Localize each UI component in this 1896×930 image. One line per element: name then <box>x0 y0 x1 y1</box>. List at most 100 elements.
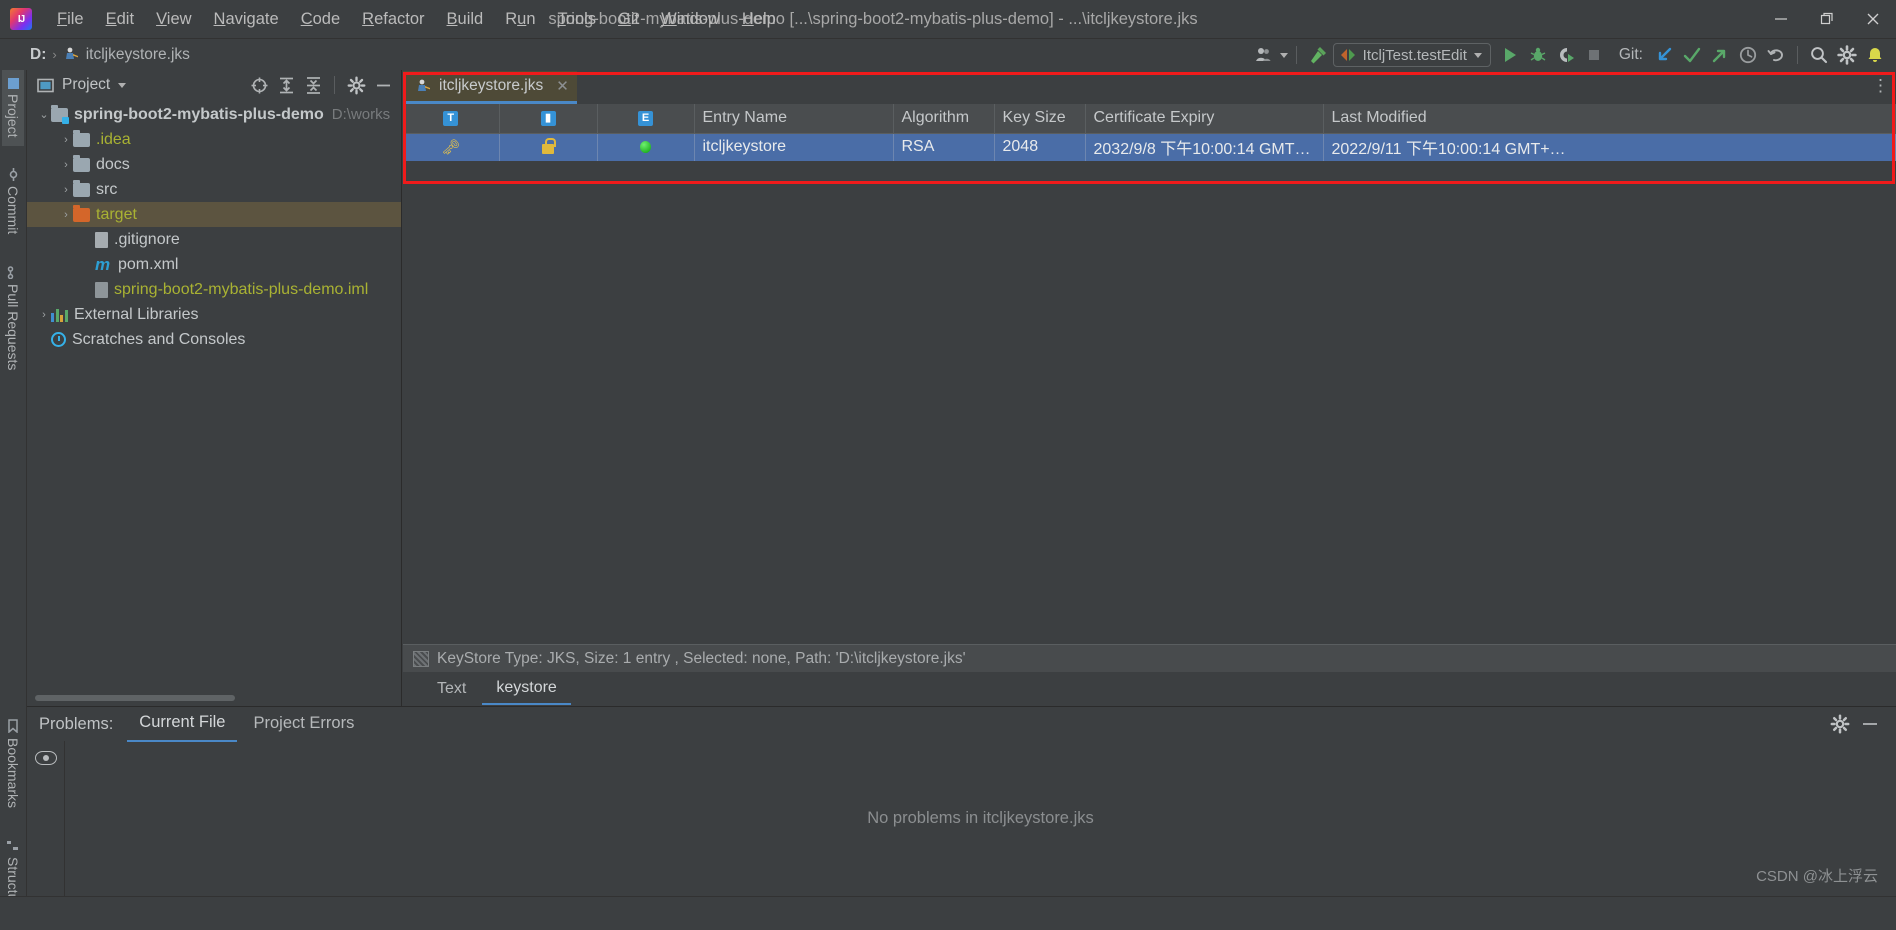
collapse-all-icon[interactable] <box>301 73 325 97</box>
hide-panel-icon[interactable] <box>371 73 395 97</box>
sidebar-item-pull-requests[interactable]: Pull Requests <box>2 258 24 378</box>
cell-entry-name[interactable]: itcljkeystore <box>694 133 894 161</box>
sidebar-item-commit[interactable]: Commit <box>2 160 24 242</box>
project-panel-caret-icon[interactable] <box>118 82 127 88</box>
problems-empty-message: No problems in itcljkeystore.jks <box>867 809 1094 827</box>
cell-lock-icon[interactable] <box>499 133 598 161</box>
run-configuration-selector[interactable]: ItcljTest.testEdit <box>1332 43 1491 67</box>
lock-icon: ▮ <box>540 110 556 126</box>
menu-item-file[interactable]: File <box>46 6 95 33</box>
expand-arrow-icon[interactable]: › <box>59 159 73 171</box>
close-icon[interactable]: ✕ <box>556 77 569 95</box>
column-header-last-modified[interactable]: Last Modified <box>1323 104 1896 134</box>
cell-algorithm[interactable]: RSA <box>893 133 995 161</box>
run-config-caret-icon[interactable] <box>1473 52 1482 58</box>
column-header-type-icon[interactable]: T <box>403 104 500 134</box>
logo-text: IJ <box>17 13 25 25</box>
expand-arrow-icon[interactable]: › <box>59 209 73 221</box>
git-push-icon[interactable] <box>1707 42 1733 68</box>
menu-item-help[interactable]: Help <box>731 6 787 33</box>
git-rollback-icon[interactable] <box>1763 42 1789 68</box>
sidebar-item-project[interactable]: Project <box>2 70 24 146</box>
tree-node-scratches-and-consoles[interactable]: Scratches and Consoles <box>27 327 401 352</box>
expiry-icon: E <box>638 110 653 126</box>
tab-project-errors[interactable]: Project Errors <box>241 707 366 741</box>
expand-arrow-icon[interactable]: › <box>59 134 73 146</box>
run-config-icon <box>1340 48 1356 62</box>
tree-node-pom-xml[interactable]: m pom.xml <box>27 252 401 277</box>
menu-item-edit[interactable]: Edit <box>95 6 145 33</box>
user-account-icon[interactable] <box>1252 42 1278 68</box>
editor-tab-itcljkeystore[interactable]: itcljkeystore.jks ✕ <box>403 71 577 104</box>
close-button[interactable] <box>1850 0 1896 38</box>
git-update-icon[interactable] <box>1651 42 1677 68</box>
select-opened-file-icon[interactable] <box>247 73 271 97</box>
menu-item-refactor[interactable]: Refactor <box>351 6 435 33</box>
cell-certificate-expiry[interactable]: 2032/9/8 下午10:00:14 GMT+0… <box>1085 133 1324 161</box>
menu-item-git[interactable]: Git <box>607 6 650 33</box>
sidebar-item-bookmarks[interactable]: Bookmarks <box>2 711 24 816</box>
tree-node-src[interactable]: › src <box>27 177 401 202</box>
cell-type-icon[interactable]: 🗝 <box>403 133 500 161</box>
search-icon[interactable] <box>1806 42 1832 68</box>
menu-item-window[interactable]: Window <box>650 6 731 33</box>
editor-tabs-menu-icon[interactable]: ⋮ <box>1872 76 1890 96</box>
tree-node-spring-boot2-mybatis-plus-demo[interactable]: ⌄ spring-boot2-mybatis-plus-demo D:\works <box>27 102 401 127</box>
expand-arrow-icon[interactable]: ⌄ <box>37 108 51 121</box>
notifications-icon[interactable] <box>1862 42 1888 68</box>
menu-item-tools[interactable]: Tools <box>547 6 608 33</box>
keystore-table[interactable]: T ▮ E Entry Name Algorithm Key Size Certificat… <box>403 104 1896 161</box>
breadcrumb-file[interactable]: itcljkeystore.jks <box>86 46 190 64</box>
column-header-algorithm[interactable]: Algorithm <box>893 104 995 134</box>
tab-text[interactable]: Text <box>423 674 480 704</box>
menu-item-code[interactable]: Code <box>290 6 351 33</box>
project-settings-gear-icon[interactable] <box>344 73 368 97</box>
expand-arrow-icon[interactable]: › <box>59 184 73 196</box>
tree-node-external-libraries[interactable]: › External Libraries <box>27 302 401 327</box>
cell-last-modified[interactable]: 2022/9/11 下午10:00:14 GMT+… <box>1323 133 1896 161</box>
tree-node-spring-boot2-mybatis-plus-demo-iml[interactable]: spring-boot2-mybatis-plus-demo.iml <box>27 277 401 302</box>
breadcrumb-drive[interactable]: D: <box>30 46 46 64</box>
column-header-certificate-expiry[interactable]: Certificate Expiry <box>1085 104 1324 134</box>
tab-keystore[interactable]: keystore <box>482 673 571 705</box>
tree-node-target[interactable]: › target <box>27 202 401 227</box>
problems-tool-window: Problems: Current File Project Errors No… <box>27 706 1896 896</box>
keystore-table-body[interactable]: 🗝 itcljkeystore RSA 2048 2032/9/8 下午10:00:14… <box>403 133 1896 161</box>
problems-settings-gear-icon[interactable] <box>1828 712 1852 736</box>
git-history-icon[interactable] <box>1735 42 1761 68</box>
user-account-caret-icon[interactable] <box>1279 52 1288 58</box>
scrollbar-thumb[interactable] <box>35 695 235 701</box>
menu-item-view[interactable]: View <box>145 6 202 33</box>
run-with-coverage-button[interactable] <box>1553 42 1579 68</box>
pull-request-icon <box>7 266 20 279</box>
expand-all-icon[interactable] <box>274 73 298 97</box>
column-header-key-size[interactable]: Key Size <box>994 104 1086 134</box>
expand-arrow-icon[interactable]: › <box>37 309 51 321</box>
tree-node-docs[interactable]: › docs <box>27 152 401 177</box>
column-header-entry-name[interactable]: Entry Name <box>694 104 894 134</box>
problems-hide-icon[interactable] <box>1858 712 1882 736</box>
minimize-button[interactable] <box>1758 0 1804 38</box>
cell-key-size[interactable]: 2048 <box>994 133 1086 161</box>
table-row[interactable]: 🗝 itcljkeystore RSA 2048 2032/9/8 下午10:00:14… <box>403 133 1896 161</box>
project-tree[interactable]: ⌄ spring-boot2-mybatis-plus-demo D:\works ›… <box>27 100 401 692</box>
editor-area: itcljkeystore.jks ✕ ⋮ T ▮ E Entry Name Algor… <box>403 70 1896 706</box>
maximize-button[interactable] <box>1804 0 1850 38</box>
tree-node-idea[interactable]: › .idea <box>27 127 401 152</box>
column-header-expiry-icon[interactable]: E <box>597 104 695 134</box>
menu-item-build[interactable]: Build <box>436 6 495 33</box>
tree-node-gitignore[interactable]: .gitignore <box>27 227 401 252</box>
cell-status-icon[interactable] <box>597 133 695 161</box>
column-header-lock-icon[interactable]: ▮ <box>499 104 598 134</box>
menu-item-navigate[interactable]: Navigate <box>203 6 290 33</box>
settings-gear-icon[interactable] <box>1834 42 1860 68</box>
iml-file-icon <box>95 281 108 298</box>
build-hammer-icon[interactable] <box>1305 42 1331 68</box>
run-button[interactable] <box>1497 42 1523 68</box>
project-horizontal-scrollbar[interactable] <box>35 692 393 702</box>
eye-icon[interactable] <box>34 751 57 765</box>
git-commit-icon[interactable] <box>1679 42 1705 68</box>
debug-button[interactable] <box>1525 42 1551 68</box>
menu-item-run[interactable]: Run <box>494 6 546 33</box>
tab-current-file[interactable]: Current File <box>127 706 238 742</box>
